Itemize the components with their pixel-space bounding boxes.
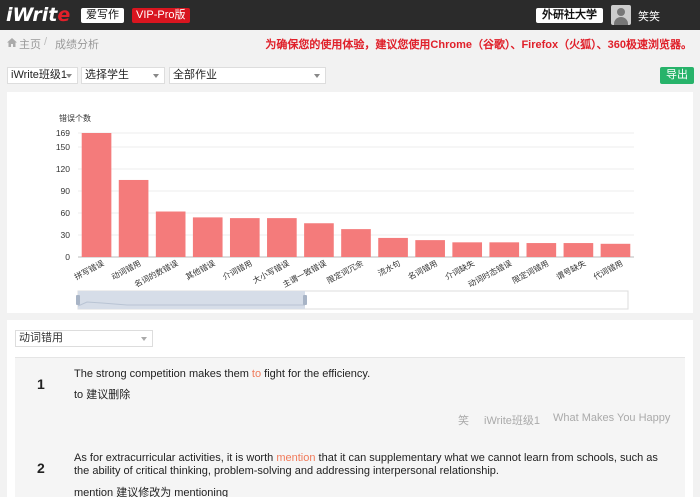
item-suggestion: mention 建议修改为 mentioning xyxy=(74,487,229,497)
y-tick-label: 90 xyxy=(61,186,71,196)
error-chart-panel: 错误个数 0 30 60 90 120 150 169 拼写错误 动词错用 名词的数错误 其他错误… xyxy=(7,92,693,313)
zoom-handle-right[interactable] xyxy=(303,295,307,305)
zoom-handle-left[interactable] xyxy=(76,295,80,305)
item-number: 2 xyxy=(37,460,45,476)
bar[interactable] xyxy=(341,229,371,257)
x-tick-label: 限定词冗余 xyxy=(325,258,365,286)
x-tick-label: 限定词错用 xyxy=(510,258,550,286)
bar[interactable] xyxy=(81,133,112,257)
bar[interactable] xyxy=(563,243,594,257)
x-tick-label: 其他错误 xyxy=(184,258,217,282)
home-icon[interactable] xyxy=(7,38,17,47)
x-tick-label: 代词错用 xyxy=(591,258,624,282)
x-tick-label: 流水句 xyxy=(376,258,402,278)
breadcrumb-current: 成绩分析 xyxy=(55,39,99,51)
chevron-down-icon xyxy=(153,74,159,78)
bars xyxy=(81,133,631,257)
bar[interactable] xyxy=(118,179,149,257)
item-assignment[interactable]: What Makes You Happy xyxy=(553,412,670,424)
error-bar-chart: 错误个数 0 30 60 90 120 150 169 拼写错误 动词错用名词的数错误 其他错误… xyxy=(56,113,634,310)
y-tick-label: 0 xyxy=(65,252,70,262)
assignment-select[interactable]: 全部作业 xyxy=(169,67,326,84)
export-button[interactable]: 导出 xyxy=(660,67,694,84)
y-tick-label: 30 xyxy=(61,230,71,240)
top-navbar: iWrite 爱写作 VIP-Pro版 外研社大学 笑笑 xyxy=(0,0,700,30)
bar[interactable] xyxy=(526,243,557,257)
bar[interactable] xyxy=(229,218,260,257)
university-badge: 外研社大学 xyxy=(536,8,603,23)
bar[interactable] xyxy=(415,240,445,257)
bar[interactable] xyxy=(267,218,297,257)
x-axis-labels: 拼写错误 动词错用名词的数错误 其他错误 介词错用大小写错误主谓一致错误限定词冗余 流水… xyxy=(73,258,625,289)
x-tick-label: 名词错用 xyxy=(406,258,439,282)
chevron-down-icon xyxy=(314,74,320,78)
zoom-slider[interactable] xyxy=(76,290,629,310)
x-tick-label: 谓号缺失 xyxy=(554,258,587,282)
breadcrumb-home[interactable]: 主页 xyxy=(19,36,41,52)
chevron-down-icon xyxy=(66,74,72,78)
breadcrumb-bar: 主页 / 成绩分析 为确保您的使用体验，建议您使用Chrome（谷歌）、Fire… xyxy=(0,30,700,54)
class-select[interactable]: iWrite班级1 xyxy=(7,67,78,84)
error-list: 1 The strong competition makes them to f… xyxy=(15,357,685,497)
breadcrumb-separator: / xyxy=(44,36,48,48)
avatar[interactable] xyxy=(611,5,631,25)
browser-notice: 为确保您的使用体验，建议您使用Chrome（谷歌）、Firefox（火狐）、36… xyxy=(265,39,692,51)
bar[interactable] xyxy=(378,237,408,257)
error-type-select[interactable]: 动词错用 xyxy=(15,330,153,347)
item-class: iWrite班级1 xyxy=(484,415,541,427)
bar[interactable] xyxy=(452,242,483,257)
bar[interactable] xyxy=(489,242,520,257)
x-tick-label: 拼写错误 xyxy=(73,258,106,282)
username[interactable]: 笑笑 xyxy=(638,8,660,24)
user-icon xyxy=(617,8,625,16)
y-axis-label: 错误个数 xyxy=(59,113,91,123)
item-student: 笑 xyxy=(458,415,469,427)
bar[interactable] xyxy=(192,217,223,257)
chevron-down-icon xyxy=(141,337,147,341)
y-tick-label: 120 xyxy=(56,164,70,174)
item-number: 1 xyxy=(37,376,45,392)
y-tick-label: 150 xyxy=(56,142,70,152)
vip-badge: VIP-Pro版 xyxy=(132,8,190,23)
x-tick-label: 介词错用 xyxy=(221,258,254,282)
student-select[interactable]: 选择学生 xyxy=(81,67,165,84)
write-badge[interactable]: 爱写作 xyxy=(81,8,124,23)
bar[interactable] xyxy=(304,223,334,257)
item-sentence: The strong competition makes them to fig… xyxy=(74,368,371,380)
iwrite-logo[interactable]: iWrite xyxy=(6,4,70,26)
y-tick-label: 60 xyxy=(61,208,71,218)
item-sentence: As for extracurricular activities, it is… xyxy=(74,452,658,477)
error-detail-panel: 动词错用 1 The strong competition makes them… xyxy=(7,320,693,497)
bar[interactable] xyxy=(600,243,631,257)
item-suggestion: to 建议删除 xyxy=(74,389,131,401)
bar[interactable] xyxy=(155,211,186,257)
zoom-window[interactable] xyxy=(78,291,305,309)
y-tick-label: 169 xyxy=(56,128,70,138)
